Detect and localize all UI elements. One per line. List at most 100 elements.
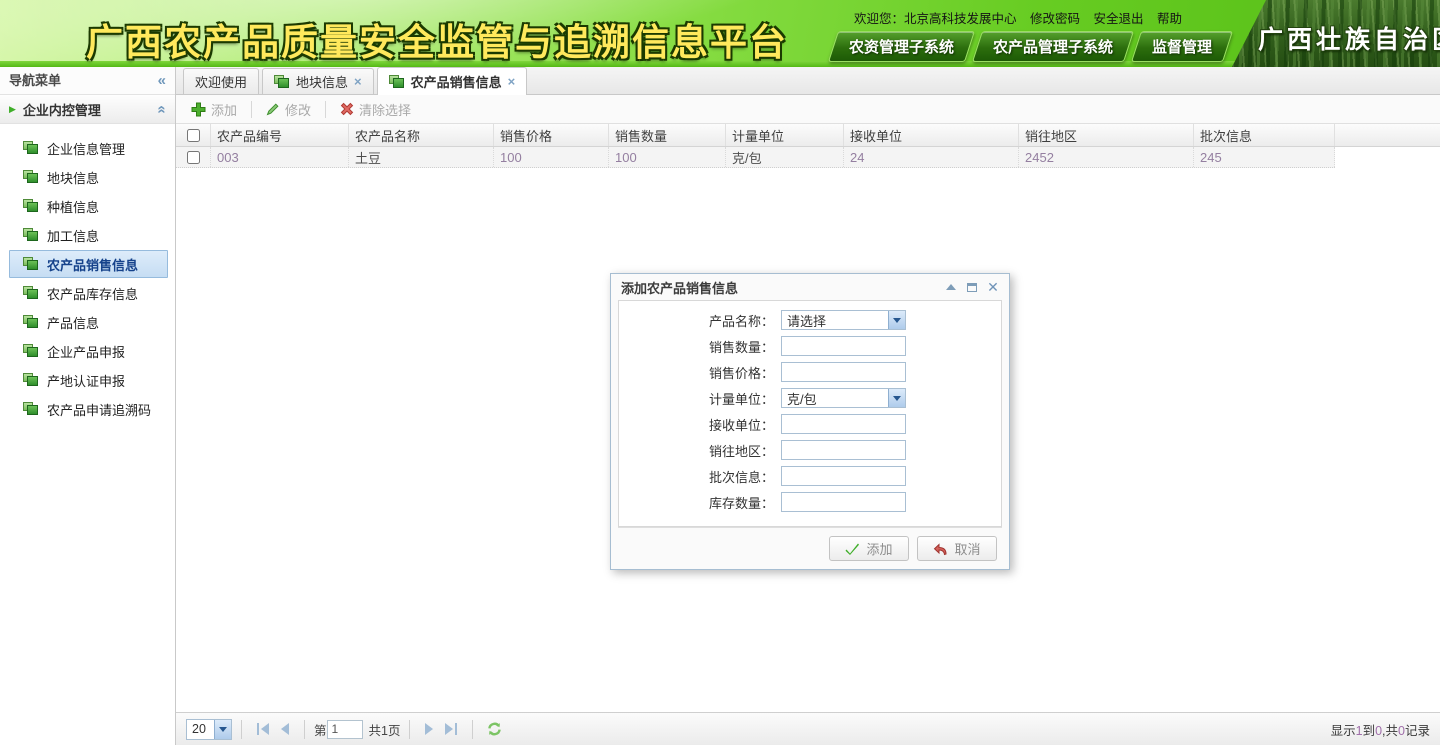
receiver-input[interactable] xyxy=(781,414,906,434)
dialog-add-button[interactable]: 添加 xyxy=(829,536,909,561)
edit-button[interactable]: 修改 xyxy=(260,100,317,119)
add-button[interactable]: 添加 xyxy=(185,100,243,119)
sidebar-title: 导航菜单 xyxy=(9,67,61,95)
last-page-button[interactable] xyxy=(439,723,463,735)
sidebar-item-processing-info[interactable]: 加工信息 xyxy=(9,221,168,249)
column-receiver[interactable]: 接收单位 xyxy=(844,124,1019,146)
pencil-icon xyxy=(266,102,280,116)
plus-icon xyxy=(191,102,206,117)
sidebar-item-product-sales-info[interactable]: 农产品销售信息 xyxy=(9,250,168,278)
folder-icon xyxy=(23,141,39,155)
logout-link[interactable]: 安全退出 xyxy=(1093,12,1143,26)
folder-icon xyxy=(274,75,290,89)
section-label: 企业内控管理 xyxy=(23,100,101,119)
table-row[interactable]: 003 土豆 100 100 克/包 24 2452 245 xyxy=(176,147,1335,168)
row-checkbox[interactable] xyxy=(187,151,200,164)
sidebar-collapse-icon[interactable]: « xyxy=(158,73,166,88)
sidebar-header: 导航菜单 « xyxy=(0,67,175,95)
tab-product-sales-info[interactable]: 农产品销售信息 × xyxy=(377,67,528,95)
subsystem-supervision-button[interactable]: 监督管理 xyxy=(1131,31,1233,62)
red-x-icon xyxy=(340,102,354,116)
wheat-field-photo: 广西壮族自治区 xyxy=(1232,0,1440,67)
select-all-checkbox[interactable] xyxy=(187,129,200,142)
column-batch-info[interactable]: 批次信息 xyxy=(1194,124,1335,146)
dialog-footer: 添加 取消 xyxy=(618,527,1002,569)
folder-icon xyxy=(23,344,39,358)
maximize-icon[interactable] xyxy=(966,281,978,293)
sidebar-section-enterprise-control[interactable]: ▶ 企业内控管理 « xyxy=(0,95,175,124)
clear-selection-button[interactable]: 清除选择 xyxy=(334,100,417,119)
product-name-label: 产品名称： xyxy=(619,311,781,330)
unit-label: 计量单位： xyxy=(619,389,781,408)
cell-sales-region: 2452 xyxy=(1019,147,1194,167)
folder-icon xyxy=(23,373,39,387)
tab-bar: 欢迎使用 地块信息 × 农产品销售信息 × xyxy=(176,67,1440,95)
add-product-sales-dialog: 添加农产品销售信息 ✕ 产品名称： 请选择 销售数量： 销售价格： 计量单位： … xyxy=(610,273,1010,570)
folder-icon xyxy=(389,75,405,89)
tab-close-icon[interactable]: × xyxy=(354,74,362,89)
batch-info-input[interactable] xyxy=(781,466,906,486)
subsystem-agri-products-button[interactable]: 农产品管理子系统 xyxy=(972,31,1134,62)
tab-close-icon[interactable]: × xyxy=(508,74,516,89)
dialog-cancel-button[interactable]: 取消 xyxy=(917,536,997,561)
tab-welcome[interactable]: 欢迎使用 xyxy=(183,68,259,94)
cell-sales-quantity: 100 xyxy=(609,147,726,167)
section-arrow-icon: ▶ xyxy=(9,104,16,115)
column-sales-quantity[interactable]: 销售数量 xyxy=(609,124,726,146)
cell-product-id: 003 xyxy=(211,147,349,167)
sidebar-item-product-stock-info[interactable]: 农产品库存信息 xyxy=(9,279,168,307)
column-product-id[interactable]: 农产品编号 xyxy=(211,124,349,146)
unit-select[interactable]: 克/包 xyxy=(781,388,906,408)
undo-arrow-icon xyxy=(933,542,948,556)
sidebar-item-product-info[interactable]: 产品信息 xyxy=(9,308,168,336)
dialog-titlebar[interactable]: 添加农产品销售信息 ✕ xyxy=(611,274,1009,300)
column-sales-region[interactable]: 销往地区 xyxy=(1019,124,1194,146)
sales-price-label: 销售价格： xyxy=(619,363,781,382)
chevron-down-icon xyxy=(888,311,905,329)
cell-product-name: 土豆 xyxy=(349,147,494,167)
tab-plot-info[interactable]: 地块信息 × xyxy=(262,68,374,94)
sales-price-input[interactable] xyxy=(781,362,906,382)
sidebar-item-planting-info[interactable]: 种植信息 xyxy=(9,192,168,220)
folder-icon xyxy=(23,257,39,271)
product-name-select[interactable]: 请选择 xyxy=(781,310,906,330)
stock-quantity-label: 库存数量： xyxy=(619,493,781,512)
prev-page-button[interactable] xyxy=(275,723,295,735)
dialog-form: 产品名称： 请选择 销售数量： 销售价格： 计量单位： 克/包 接收单位： xyxy=(618,300,1002,527)
total-pages-label: 共1页 xyxy=(369,720,401,739)
change-password-link[interactable]: 修改密码 xyxy=(1030,12,1080,26)
first-page-button[interactable] xyxy=(251,723,275,735)
sales-region-label: 销往地区： xyxy=(619,441,781,460)
sidebar-item-origin-cert-declare[interactable]: 产地认证申报 xyxy=(9,366,168,394)
next-page-button[interactable] xyxy=(419,723,439,735)
navigation-sidebar: 导航菜单 « ▶ 企业内控管理 « 企业信息管理 地块信息 种植信息 加工信息 xyxy=(0,67,176,745)
minimize-icon[interactable] xyxy=(945,281,957,293)
page-number-input[interactable] xyxy=(327,720,363,739)
column-unit[interactable]: 计量单位 xyxy=(726,124,844,146)
stock-quantity-input[interactable] xyxy=(781,492,906,512)
sales-region-input[interactable] xyxy=(781,440,906,460)
batch-info-label: 批次信息： xyxy=(619,467,781,486)
close-icon[interactable]: ✕ xyxy=(987,281,999,293)
sidebar-item-enterprise-product-declare[interactable]: 企业产品申报 xyxy=(9,337,168,365)
sidebar-item-plot-info[interactable]: 地块信息 xyxy=(9,163,168,191)
folder-icon xyxy=(23,286,39,300)
cell-sales-price: 100 xyxy=(494,147,609,167)
page-size-select[interactable]: 20 xyxy=(186,719,232,740)
region-name: 广西壮族自治区 xyxy=(1258,20,1440,56)
select-all-checkbox-cell xyxy=(176,124,211,146)
dialog-title: 添加农产品销售信息 xyxy=(621,278,738,297)
sidebar-item-enterprise-info[interactable]: 企业信息管理 xyxy=(9,134,168,162)
column-product-name[interactable]: 农产品名称 xyxy=(349,124,494,146)
sales-quantity-input[interactable] xyxy=(781,336,906,356)
refresh-icon[interactable] xyxy=(486,721,503,737)
column-sales-price[interactable]: 销售价格 xyxy=(494,124,609,146)
sidebar-item-trace-code-apply[interactable]: 农产品申请追溯码 xyxy=(9,395,168,423)
chevron-down-icon xyxy=(214,720,231,739)
grid-toolbar: 添加 修改 清除选择 xyxy=(176,95,1440,124)
section-collapse-icon[interactable]: « xyxy=(154,105,169,113)
help-link[interactable]: 帮助 xyxy=(1157,12,1182,26)
welcome-bar: 欢迎您：北京高科技发展中心 修改密码 安全退出 帮助 xyxy=(854,8,1182,27)
subsystem-agri-materials-button[interactable]: 农资管理子系统 xyxy=(828,31,975,62)
sidebar-menu: 企业信息管理 地块信息 种植信息 加工信息 农产品销售信息 农产品库存信息 xyxy=(0,124,175,424)
